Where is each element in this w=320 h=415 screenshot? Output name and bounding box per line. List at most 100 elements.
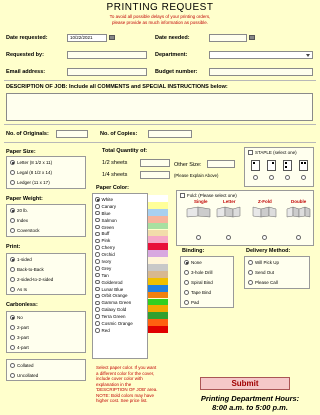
calendar-icon[interactable] <box>109 35 115 40</box>
paper-color-option[interactable]: Canary <box>93 203 147 210</box>
radio-icon[interactable] <box>95 204 100 209</box>
paper-color-option[interactable]: Gamma Green <box>93 299 147 306</box>
paper-size-option[interactable]: Letter (8 1/2 x 11) <box>10 160 52 165</box>
radio-icon[interactable] <box>269 175 274 180</box>
delivery-option[interactable]: Will Pick Up <box>248 260 279 265</box>
paper-weight-option[interactable]: 20 lb. <box>10 208 28 213</box>
radio-icon[interactable] <box>95 238 100 244</box>
collation-option[interactable]: Collated <box>10 363 34 368</box>
radio-icon[interactable] <box>248 270 253 275</box>
radio-icon[interactable] <box>10 180 15 185</box>
paper-color-option[interactable]: Terra Green <box>93 313 147 320</box>
radio-icon[interactable] <box>184 300 189 305</box>
paper-color-option[interactable]: Ivory <box>93 258 147 265</box>
paper-color-option[interactable]: Red <box>93 327 147 334</box>
radio-icon[interactable] <box>10 325 15 330</box>
radio-icon[interactable] <box>10 373 15 378</box>
paper-color-option[interactable]: Orbit Orange <box>93 292 147 299</box>
carbonless-option[interactable]: 4-part <box>10 345 29 350</box>
paper-color-option[interactable]: Galaxy Gold <box>93 306 147 313</box>
checkbox-icon[interactable] <box>180 193 185 198</box>
radio-icon[interactable] <box>10 363 15 368</box>
paper-color-option[interactable]: Orchid <box>93 251 147 258</box>
binding-option[interactable]: None <box>184 260 202 265</box>
radio-icon[interactable] <box>248 280 253 285</box>
paper-color-option[interactable]: Goldenrod <box>93 279 147 286</box>
copies-input[interactable] <box>148 130 192 138</box>
radio-icon[interactable] <box>95 245 100 250</box>
paper-color-option[interactable]: Salmon <box>93 217 147 224</box>
radio-icon[interactable] <box>95 286 100 292</box>
quarter-sheets-input[interactable] <box>140 171 170 179</box>
email-input[interactable] <box>67 68 147 76</box>
fold-letter-radio[interactable] <box>226 235 231 240</box>
fold-zfold-radio[interactable] <box>262 235 267 240</box>
radio-icon[interactable] <box>10 218 15 223</box>
originals-input[interactable] <box>56 130 88 138</box>
radio-icon[interactable] <box>10 267 15 272</box>
paper-weight-option[interactable]: Index <box>10 218 28 223</box>
carbonless-option[interactable]: 2-part <box>10 325 29 330</box>
radio-icon[interactable] <box>10 170 15 175</box>
paper-size-option[interactable]: Ledger (11 x 17) <box>10 180 50 185</box>
radio-selected-icon[interactable] <box>10 257 15 262</box>
paper-color-option[interactable]: Lunar Blue <box>93 286 147 293</box>
binding-option[interactable]: Spiral Bind <box>184 280 213 285</box>
carbonless-option[interactable]: 3-part <box>10 335 29 340</box>
radio-icon[interactable] <box>95 252 100 257</box>
paper-size-option[interactable]: Legal (8 1/2 x 14) <box>10 170 52 175</box>
print-option[interactable]: Back-to-Back <box>10 267 44 272</box>
radio-selected-icon[interactable] <box>10 160 15 165</box>
date-needed-input[interactable] <box>209 34 247 42</box>
fold-double-radio[interactable] <box>296 235 301 240</box>
radio-selected-icon[interactable] <box>10 208 15 213</box>
print-option[interactable]: 2-sided-to-2-sided <box>10 277 53 282</box>
radio-icon[interactable] <box>285 175 290 180</box>
radio-icon[interactable] <box>95 293 100 299</box>
radio-icon[interactable] <box>10 287 15 292</box>
radio-icon[interactable] <box>184 270 189 275</box>
date-requested-input[interactable]: 10/22/2021 <box>67 34 107 42</box>
paper-color-option[interactable]: Blue <box>93 210 147 217</box>
description-textarea[interactable] <box>6 93 313 121</box>
paper-color-option[interactable]: Pink <box>93 237 147 244</box>
radio-icon[interactable] <box>95 217 100 223</box>
radio-icon[interactable] <box>95 328 100 333</box>
radio-icon[interactable] <box>95 307 100 312</box>
radio-selected-icon[interactable] <box>184 260 189 265</box>
paper-weight-option[interactable]: Coverstock <box>10 228 40 233</box>
print-option[interactable]: 1-sided <box>10 257 32 262</box>
paper-color-option[interactable]: Tan <box>93 272 147 279</box>
calendar-icon[interactable] <box>249 35 255 40</box>
radio-icon[interactable] <box>248 260 253 265</box>
requested-by-input[interactable] <box>67 51 147 59</box>
radio-icon[interactable] <box>95 224 100 230</box>
print-option[interactable]: As Is <box>10 287 27 292</box>
binding-option[interactable]: Tape Bind <box>184 290 211 295</box>
paper-color-option[interactable]: Buff <box>93 230 147 237</box>
radio-icon[interactable] <box>95 314 100 319</box>
radio-icon[interactable] <box>95 279 100 285</box>
radio-icon[interactable] <box>95 321 100 326</box>
delivery-option[interactable]: Please Call <box>248 280 278 285</box>
radio-icon[interactable] <box>10 335 15 340</box>
delivery-option[interactable]: Send Out <box>248 270 274 275</box>
radio-icon[interactable] <box>10 277 15 282</box>
checkbox-icon[interactable] <box>248 150 253 155</box>
carbonless-option[interactable]: No <box>10 315 23 320</box>
collation-option[interactable]: Uncollated <box>10 373 38 378</box>
half-sheets-input[interactable] <box>140 159 170 167</box>
other-size-input[interactable] <box>207 160 235 168</box>
radio-icon[interactable] <box>95 259 100 264</box>
radio-icon[interactable] <box>10 228 15 233</box>
radio-icon[interactable] <box>184 290 189 295</box>
submit-button[interactable]: Submit <box>200 377 290 390</box>
radio-icon[interactable] <box>95 231 100 237</box>
paper-color-option[interactable]: Grey <box>93 265 147 272</box>
binding-option[interactable]: Pad <box>184 300 199 305</box>
paper-color-option[interactable]: White <box>93 196 147 203</box>
radio-icon[interactable] <box>253 175 258 180</box>
budget-input[interactable] <box>209 68 313 76</box>
department-select[interactable] <box>209 51 313 59</box>
radio-icon[interactable] <box>184 280 189 285</box>
